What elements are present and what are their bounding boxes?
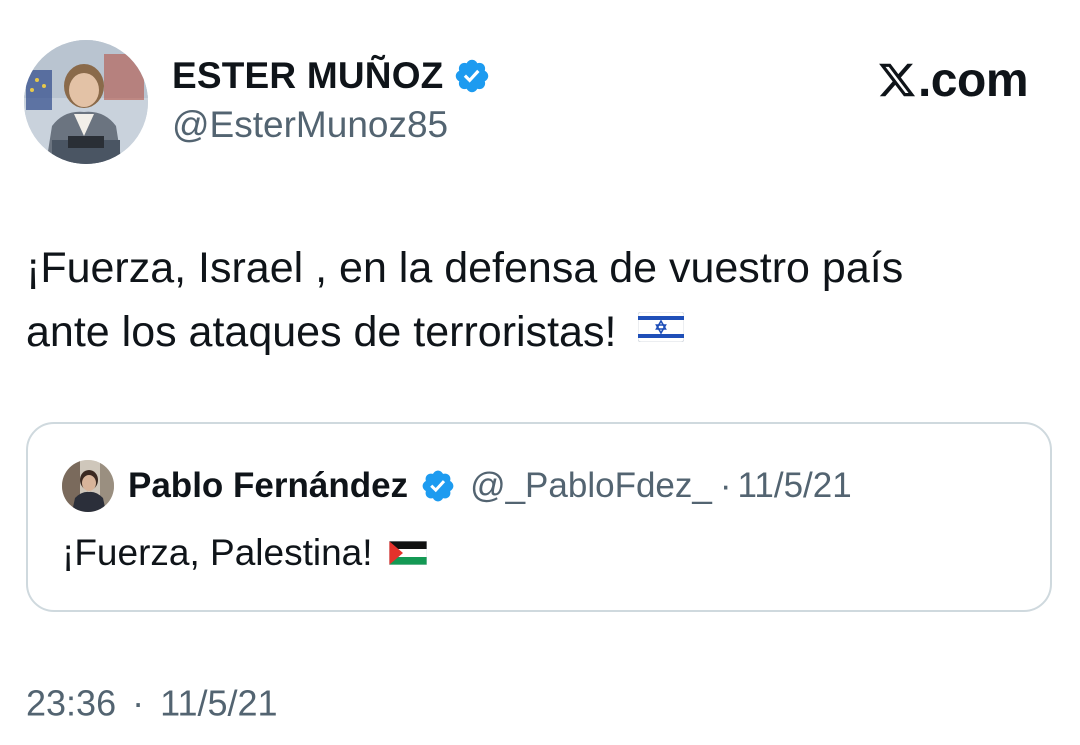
quoted-author-avatar[interactable]	[62, 460, 114, 512]
quoted-tweet-date[interactable]: 11/5/21	[738, 466, 852, 506]
x-brand-logo: .com	[877, 52, 1029, 108]
person-avatar-image	[62, 460, 114, 512]
israel-flag-icon	[637, 296, 685, 360]
palestine-flag-icon	[388, 532, 427, 574]
quoted-tweet-text-row: ¡Fuerza, Palestina!	[62, 532, 427, 574]
tweet-card: ESTER MUÑOZ @EsterMunoz85 .com ¡Fuerza, …	[0, 0, 1080, 745]
tweet-timestamp[interactable]: 23:36 · 11/5/21	[26, 680, 278, 724]
quoted-tweet-text: ¡Fuerza, Palestina!	[62, 532, 373, 573]
quoted-tweet[interactable]: Pablo Fernández @_PabloFdez_ · 11/5/21 ¡…	[26, 422, 1052, 612]
x-domain-text: .com	[917, 53, 1029, 107]
x-logo-icon	[879, 63, 916, 97]
tweet-text-line-2: ante los ataques de terroristas!	[26, 308, 617, 356]
quoted-separator: ·	[719, 466, 732, 505]
quoted-author-name[interactable]: Pablo Fernández	[128, 466, 408, 506]
tweet-text-line-1: ¡Fuerza, Israel , en la defensa de vuest…	[26, 244, 904, 292]
timestamp-separator: ·	[132, 682, 145, 724]
tweet-date[interactable]: 11/5/21	[160, 682, 277, 723]
person-avatar-image	[24, 40, 148, 164]
verified-badge-icon	[422, 470, 454, 502]
author-avatar[interactable]	[24, 40, 148, 164]
tweet-text: ¡Fuerza, Israel , en la defensa de vuest…	[26, 236, 1056, 364]
verified-badge-icon	[456, 59, 489, 93]
author-name-row[interactable]: ESTER MUÑOZ	[172, 52, 491, 100]
author-handle[interactable]: @EsterMunoz85	[172, 104, 448, 146]
author-name[interactable]: ESTER MUÑOZ	[172, 55, 443, 97]
quoted-tweet-header: Pablo Fernández @_PabloFdez_ · 11/5/21	[128, 462, 852, 510]
quoted-author-handle[interactable]: @_PabloFdez_	[470, 466, 712, 506]
tweet-time[interactable]: 23:36	[26, 682, 116, 723]
tweet-text-line-2-row: ante los ataques de terroristas!	[26, 300, 1056, 364]
